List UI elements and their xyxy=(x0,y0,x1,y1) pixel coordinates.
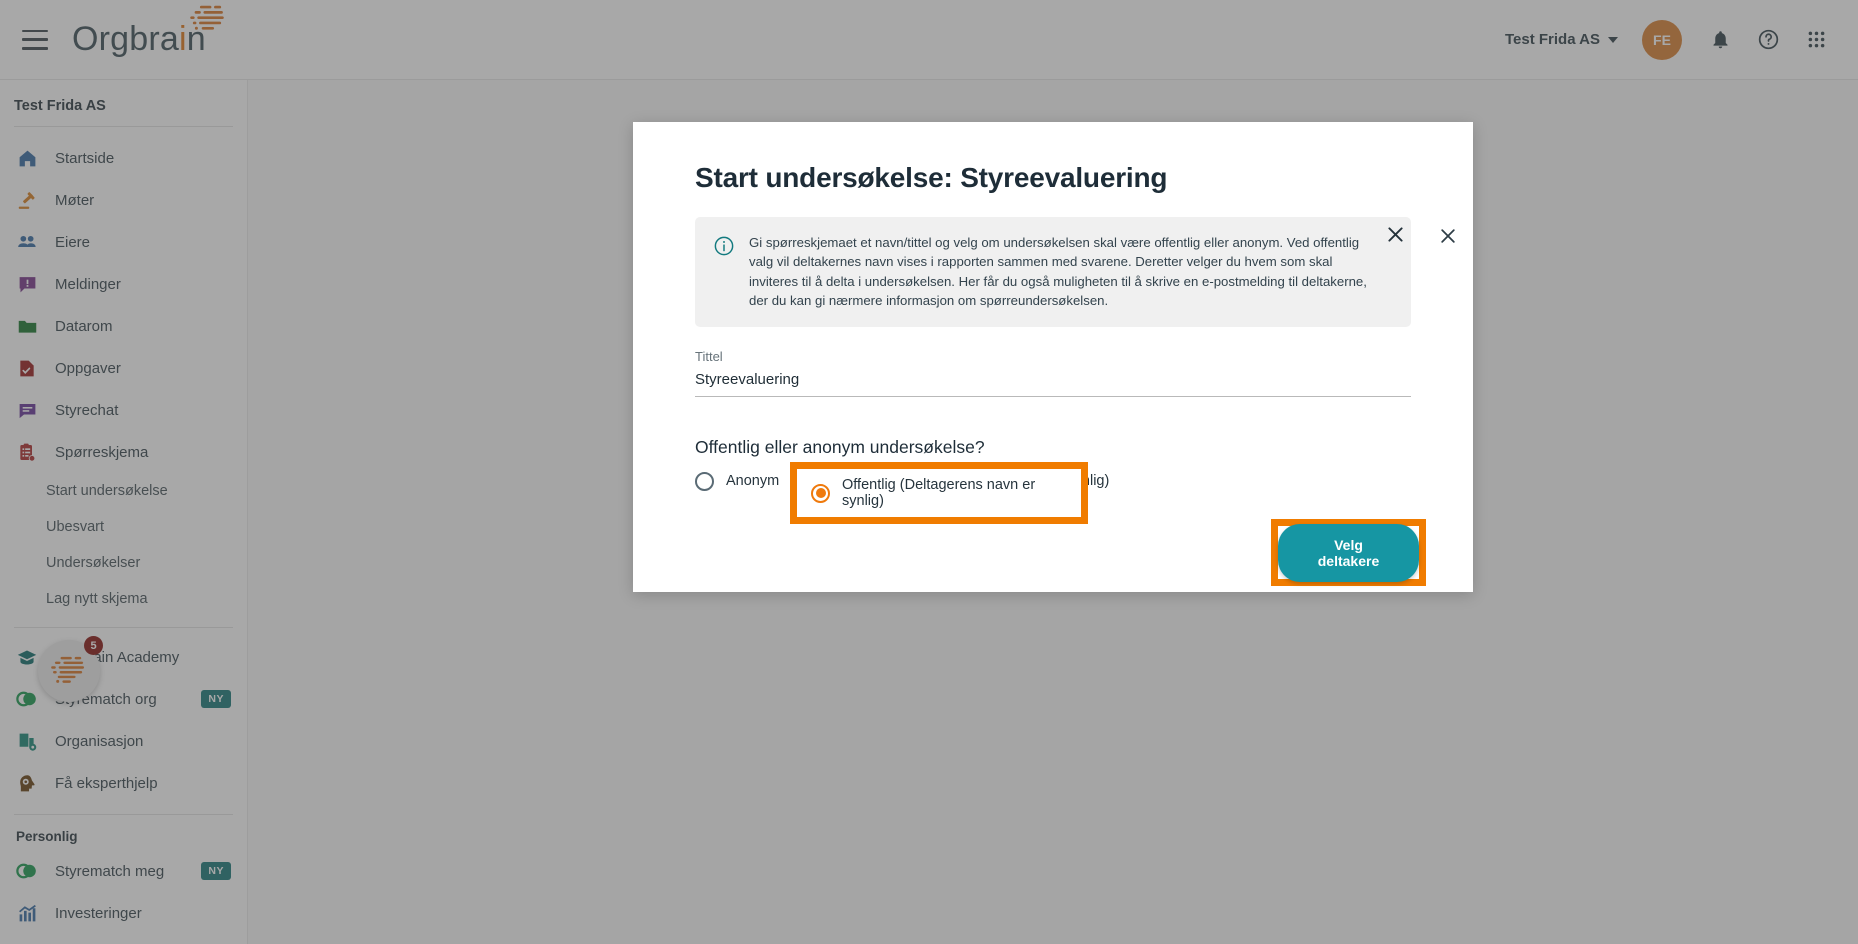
dialog-title: Start undersøkelse: Styreevaluering xyxy=(695,162,1168,193)
visibility-question-label: Offentlig eller anonym undersøkelse? xyxy=(695,436,985,457)
badge-ny: NY xyxy=(201,690,231,708)
sidebar-item-label: Meldinger xyxy=(55,275,121,293)
venn-circles-icon xyxy=(16,688,38,710)
org-switcher-label: Test Frida AS xyxy=(1504,31,1600,48)
sidebar-item-label: Spørreskjema xyxy=(55,443,149,461)
sidebar-item-startside[interactable]: Startside xyxy=(0,137,247,179)
apps-grid-icon xyxy=(1808,31,1824,48)
radio-option-offentlig-highlighted[interactable]: Offentlig (Deltagerens navn er synlig) xyxy=(797,469,1081,517)
org-switcher[interactable]: Test Frida AS xyxy=(1495,23,1628,56)
sidebar-item-investeringer[interactable]: Investeringer xyxy=(0,892,247,934)
title-field-group: Tittel xyxy=(695,349,1411,397)
sidebar-subitem-label: Lag nytt skjema xyxy=(46,591,148,607)
divider xyxy=(14,814,233,815)
sidebar-item-styrematch-meg[interactable]: Styrematch meg NY xyxy=(0,850,247,892)
sidebar-section-title-personlig: Personlig xyxy=(16,829,78,844)
sidebar-item-styrematch-org[interactable]: Styrematch org NY xyxy=(0,678,247,720)
title-field-label: Tittel xyxy=(695,348,723,364)
app-root: Orgbrain Test Frida AS FE Test Frida AS … xyxy=(0,0,1858,944)
sidebar-item-meldinger[interactable]: Meldinger xyxy=(0,263,247,305)
clipboard-check-icon xyxy=(16,441,38,463)
sidebar-subitem-ubesvart[interactable]: Ubesvart xyxy=(0,509,247,545)
chat-widget-button[interactable]: 5 xyxy=(38,636,103,702)
sidebar-item-label: Møter xyxy=(55,191,95,209)
divider xyxy=(14,126,233,127)
sidebar-subitem-label: Undersøkelser xyxy=(46,555,141,571)
bell-icon xyxy=(1713,31,1727,49)
sidebar-item-organisasjon[interactable]: Organisasjon xyxy=(0,720,247,762)
brain-logo-icon xyxy=(190,5,224,30)
info-banner-close-button[interactable] xyxy=(1382,221,1408,247)
menu-toggle-icon[interactable] xyxy=(22,29,48,50)
sidebar-item-label: Startside xyxy=(55,149,115,167)
sidebar-item-label: Datarom xyxy=(55,317,113,335)
sidebar-subitem-label: Start undersøkelse xyxy=(46,483,168,499)
radio-option-label: Anonym xyxy=(726,473,780,490)
sidebar-org-name: Test Frida AS xyxy=(14,98,106,114)
people-icon xyxy=(16,231,38,253)
chat-icon xyxy=(16,399,38,421)
info-circle-icon xyxy=(713,235,735,257)
top-bar-actions: Test Frida AS FE xyxy=(1495,19,1858,60)
radio-option-label: Offentlig (Deltagerens navn er synlig) xyxy=(842,477,1036,509)
sidebar-item-moter[interactable]: Møter xyxy=(0,179,247,221)
chat-unread-count: 5 xyxy=(84,636,103,655)
sidebar-item-fa-eksperthjelp[interactable]: Få eksperthjelp xyxy=(0,762,247,804)
head-gear-icon xyxy=(16,772,38,794)
info-banner: Gi spørreskjemaet et navn/tittel og velg… xyxy=(695,217,1455,327)
info-banner-text: Gi spørreskjemaet et navn/tittel og velg… xyxy=(749,235,1367,309)
avatar[interactable]: FE xyxy=(1642,19,1682,60)
radio-option-anonym[interactable]: Anonym xyxy=(695,471,780,491)
sidebar-subitem-start-undersokelse[interactable]: Start undersøkelse xyxy=(0,473,247,509)
sidebar: Test Frida AS Startside Møter Eiere Meld… xyxy=(0,80,248,944)
sidebar-item-label: Styrechat xyxy=(55,401,119,419)
gavel-icon xyxy=(16,189,38,211)
apps-grid-button[interactable] xyxy=(1799,23,1833,57)
sidebar-item-label: Eiere xyxy=(55,233,91,251)
sidebar-item-label: Styrematch meg xyxy=(55,862,165,880)
sidebar-item-datarom[interactable]: Datarom xyxy=(0,305,247,347)
radio-circle-icon xyxy=(695,471,714,491)
brain-logo-icon xyxy=(51,656,85,683)
sidebar-item-oppgaver[interactable]: Oppgaver xyxy=(0,347,247,389)
sidebar-item-label: Investeringer xyxy=(55,904,142,922)
title-input[interactable] xyxy=(695,370,1411,397)
task-document-icon xyxy=(16,357,38,379)
sidebar-item-label: Få eksperthjelp xyxy=(55,774,158,792)
sidebar-item-label: Oppgaver xyxy=(55,359,121,377)
brand-logo[interactable]: Orgbrain xyxy=(72,5,224,59)
avatar-initials: FE xyxy=(1653,31,1671,48)
sidebar-item-styrechat[interactable]: Styrechat xyxy=(0,389,247,431)
close-icon[interactable] xyxy=(1435,223,1461,249)
sidebar-item-eiere[interactable]: Eiere xyxy=(0,221,247,263)
sidebar-item-sporreskjema[interactable]: Spørreskjema xyxy=(0,431,247,473)
radio-circle-selected-icon xyxy=(811,483,830,503)
start-survey-dialog: Start undersøkelse: Styreevaluering Gi s… xyxy=(633,122,1473,592)
help-button[interactable] xyxy=(1751,23,1785,57)
sidebar-subitem-label: Ubesvart xyxy=(46,519,105,535)
chart-up-icon xyxy=(16,902,38,924)
notifications-button[interactable] xyxy=(1703,23,1737,57)
org-building-icon xyxy=(16,730,38,752)
cta-highlight-fill: Velg deltakere xyxy=(1278,523,1419,582)
sidebar-item-label: Organisasjon xyxy=(55,732,144,750)
folder-icon xyxy=(16,315,38,337)
badge-ny: NY xyxy=(201,862,231,880)
sidebar-subitem-lag-nytt-skjema[interactable]: Lag nytt skjema xyxy=(0,581,247,617)
sidebar-subitem-undersokelser[interactable]: Undersøkelser xyxy=(0,545,247,581)
message-alert-icon xyxy=(16,273,38,295)
close-icon xyxy=(1387,226,1403,242)
divider xyxy=(14,627,233,628)
top-bar: Orgbrain Test Frida AS FE xyxy=(0,0,1858,80)
home-icon xyxy=(16,147,38,169)
graduation-cap-icon xyxy=(16,646,38,668)
venn-circles-icon xyxy=(16,860,38,882)
help-circle-icon xyxy=(1758,29,1778,50)
chevron-down-icon xyxy=(1608,36,1618,43)
velg-deltakere-button[interactable]: Velg deltakere xyxy=(1278,523,1419,582)
